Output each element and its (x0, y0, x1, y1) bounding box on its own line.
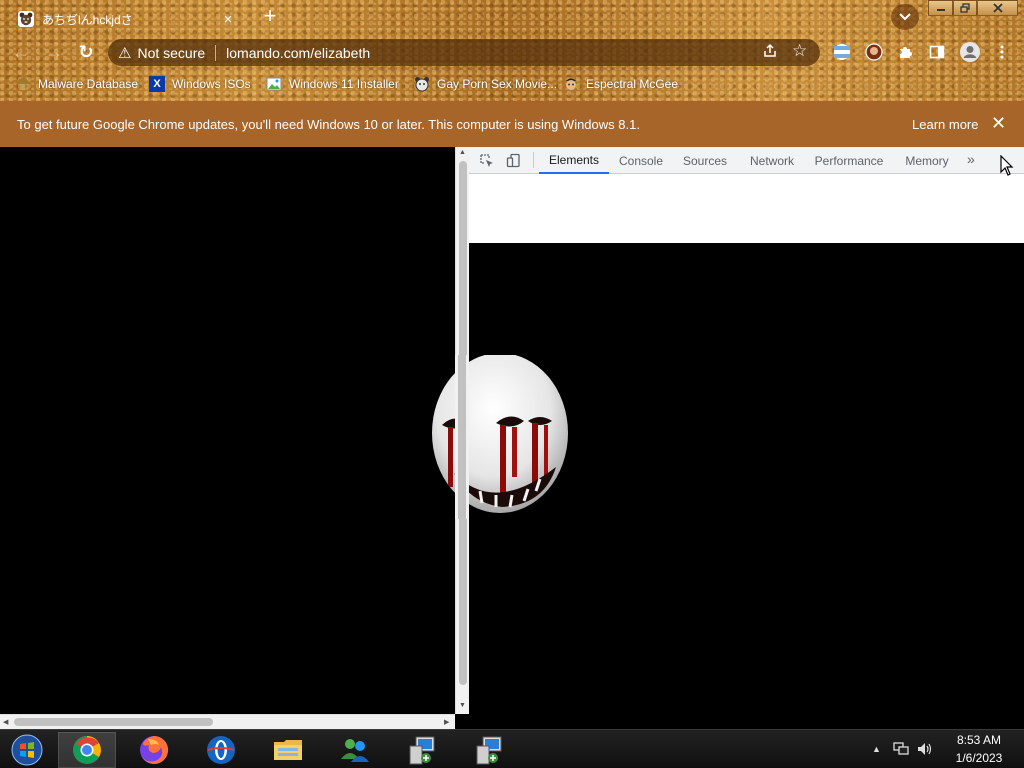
reload-button[interactable]: ↻ (74, 40, 98, 64)
clock-time[interactable]: 8:53 AM (950, 733, 1008, 747)
tab-memory[interactable]: Memory (897, 147, 957, 174)
bookmark-label: Gay Porn Sex Movie... (437, 77, 558, 91)
new-tab-button[interactable]: + (258, 5, 282, 29)
tab-title: あちぢlんhckjdさ (42, 12, 133, 27)
taskbar-file-explorer[interactable] (259, 732, 317, 768)
url-separator (215, 44, 217, 61)
bookmark-gay-porn-sex-movie[interactable]: Gay Porn Sex Movie... (414, 74, 557, 94)
browser-tab[interactable]: あちぢlんhckjdさ × (8, 4, 246, 34)
tab-sources[interactable]: Sources (675, 147, 735, 174)
learn-more-button[interactable]: Learn more (912, 117, 978, 132)
tab-performance[interactable]: Performance (809, 147, 889, 174)
smiling-mask-image (432, 355, 568, 519)
taskbar-remote-desktop-1[interactable] (393, 732, 451, 768)
close-icon (992, 3, 1003, 13)
restore-icon (960, 3, 970, 13)
opera-icon (207, 736, 235, 764)
update-infobar: To get future Google Chrome updates, you… (0, 101, 1024, 147)
taskbar-opera[interactable] (192, 732, 250, 768)
scroll-right-icon[interactable]: ▶ (444, 718, 449, 726)
infobar-message: To get future Google Chrome updates, you… (17, 117, 640, 132)
mouse-cursor-icon (1000, 155, 1014, 176)
restore-button[interactable] (953, 0, 977, 16)
scroll-left-icon[interactable]: ◀ (3, 718, 8, 726)
horizontal-scroll-thumb[interactable] (14, 718, 213, 726)
browser-frame: あちぢlんhckjdさ × + ← → ↻ ⚠ Not secure loman… (0, 0, 1024, 101)
flag-icon[interactable] (832, 42, 852, 62)
security-label[interactable]: Not secure (137, 45, 205, 61)
devtools-content[interactable] (469, 174, 1024, 243)
folder-icon (274, 740, 302, 760)
infobar-close-icon[interactable]: ✕ (991, 113, 1006, 134)
network-icon[interactable] (893, 742, 909, 759)
tab-search-button[interactable] (891, 4, 919, 30)
windows-orb-icon (11, 734, 43, 766)
taskbar-chrome[interactable] (58, 732, 116, 768)
mushroom-icon (15, 76, 31, 92)
account-icon[interactable] (958, 42, 982, 62)
share-icon[interactable] (762, 43, 778, 63)
tab-close-icon[interactable]: × (220, 11, 236, 28)
bookmark-label: Windows ISOs (172, 77, 251, 91)
computer-icon (476, 736, 502, 765)
more-vert-icon[interactable] (992, 42, 1012, 62)
scroll-down-icon[interactable]: ▼ (459, 702, 466, 709)
start-button[interactable] (0, 732, 54, 768)
taskbar-firefox[interactable] (125, 732, 183, 768)
page-viewport[interactable]: ▲ ▼ ◀ ▶ (0, 147, 469, 729)
url-text[interactable]: lomando.com/elizabeth (226, 45, 370, 61)
taskbar: ▲ 8:53 AM 1/6/2023 (0, 729, 1024, 768)
bookmark-windows-11-installer[interactable]: Windows 11 Installer (266, 74, 399, 94)
bear-face-icon (18, 11, 34, 27)
profile-picture-icon[interactable] (864, 42, 884, 62)
computer-icon (409, 736, 435, 765)
address-bar[interactable]: ⚠ Not secure lomando.com/elizabeth ☆ (108, 39, 820, 66)
device-toolbar-icon[interactable] (505, 152, 521, 168)
bookmark-label: Windows 11 Installer (289, 77, 399, 91)
x-logo-icon: X (149, 76, 165, 92)
face-icon (563, 76, 579, 92)
people-icon (341, 739, 369, 762)
bookmark-windows-isos[interactable]: X Windows ISOs (149, 74, 251, 94)
toolbar-separator (533, 152, 534, 168)
show-hidden-icons-button[interactable]: ▲ (872, 744, 881, 754)
side-panel-icon[interactable] (927, 42, 947, 62)
chrome-icon (73, 736, 101, 764)
volume-icon[interactable] (917, 742, 933, 759)
tab-network[interactable]: Network (741, 147, 803, 174)
bear-icon (414, 76, 430, 92)
firefox-icon (140, 735, 169, 764)
tab-console[interactable]: Console (611, 147, 671, 174)
tab-elements[interactable]: Elements (539, 147, 609, 174)
puzzle-piece-icon[interactable] (896, 42, 916, 62)
taskbar-messenger[interactable] (326, 732, 384, 768)
more-tabs-icon[interactable]: » (967, 151, 975, 167)
taskbar-remote-desktop-2[interactable] (460, 732, 518, 768)
clock-date[interactable]: 1/6/2023 (950, 751, 1008, 765)
image-icon (266, 76, 282, 92)
warning-icon[interactable]: ⚠ (118, 44, 131, 62)
bookmark-label: Malware Database (38, 77, 139, 91)
back-button[interactable]: ← (9, 40, 33, 64)
bookmark-espectral-mcgee[interactable]: Espectral McGee (563, 74, 678, 94)
inspect-element-icon[interactable] (478, 152, 494, 168)
bookmark-label: Espectral McGee (586, 77, 679, 91)
devtools-toolbar: Elements Console Sources Network Perform… (469, 147, 1024, 174)
forward-button[interactable]: → (42, 40, 66, 64)
minimize-button[interactable] (928, 0, 953, 16)
scroll-up-icon[interactable]: ▲ (459, 149, 466, 156)
horizontal-scrollbar[interactable]: ◀ ▶ (0, 714, 455, 729)
bookmark-star-icon[interactable]: ☆ (792, 41, 807, 61)
minimize-icon (936, 9, 945, 11)
chevron-down-icon (899, 13, 911, 21)
close-window-button[interactable] (977, 0, 1018, 16)
bookmark-malware-database[interactable]: Malware Database (15, 74, 138, 94)
